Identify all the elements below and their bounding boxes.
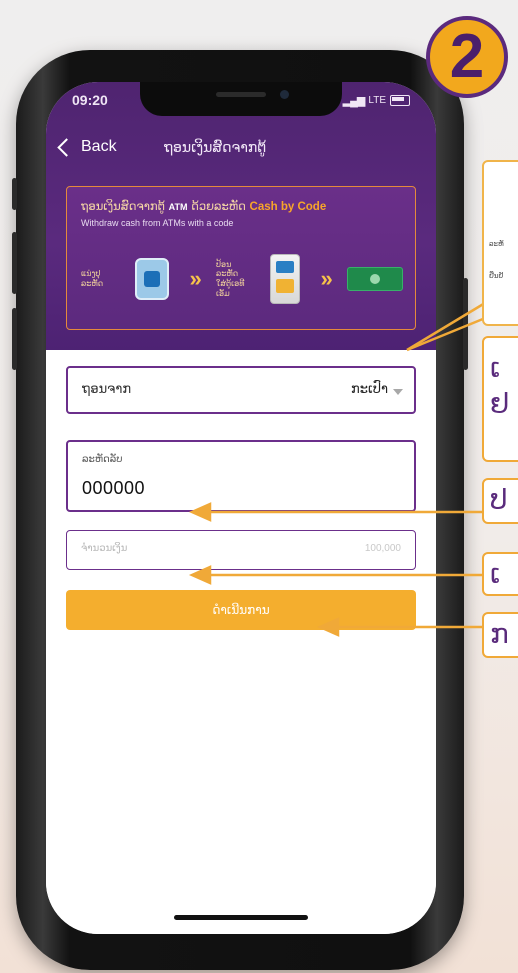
secret-code-field[interactable]: ລະຫັດລັບ 000000 xyxy=(66,440,416,512)
callout-popup-preview: ລະຫັ ຢືນຢັ xyxy=(482,160,518,326)
withdraw-from-value: ກະເປົາ xyxy=(351,382,388,397)
amount-field[interactable]: ຈຳນວນເງິນ 100,000 xyxy=(66,530,416,570)
callout-enter-amount-text: ເ xyxy=(490,557,501,590)
callout-select-account-line2: ຢ xyxy=(490,387,510,420)
cash-note-icon xyxy=(347,267,403,291)
page-title: ຖອນເງິນສົດຈາກຕູ້ xyxy=(164,140,267,156)
double-chevron-right-icon: » xyxy=(189,266,203,291)
banner-title-lao: ຖອນເງິນສົດຈາກຕູ້ xyxy=(81,199,165,213)
callout-enter-code-text: ປ xyxy=(490,483,508,516)
amount-limit: 100,000 xyxy=(364,543,401,554)
chevron-left-icon xyxy=(57,137,76,157)
callout-press-continue-text: ກ xyxy=(490,617,509,650)
volume-down-button xyxy=(12,308,17,370)
withdraw-form: ຖອນຈາກ ກະເປົາ ລະຫັດລັບ 000000 ຈຳນວນເງິນ … xyxy=(46,350,436,934)
notch xyxy=(140,82,342,116)
amount-placeholder: ຈຳນວນເງິນ xyxy=(81,543,128,554)
callout-select-account-line1: ເ xyxy=(490,351,501,384)
banner-steps: ແນ່ງປຸ ລະຫັດ » ປ້ອນລະຫັດ ໃສ່ຕູ້ເອທີເອັມ … xyxy=(81,249,403,309)
caret-down-icon xyxy=(393,389,403,395)
phone-screen: 09:20 ▂▄▆ LTE Back ຖອນເງິນສົດຈາກຕູ້ ຖອນເ… xyxy=(46,82,436,934)
network-label: LTE xyxy=(368,95,386,106)
phone-mockup: 09:20 ▂▄▆ LTE Back ຖອນເງິນສົດຈາກຕູ້ ຖອນເ… xyxy=(12,50,468,970)
home-indicator xyxy=(174,915,308,920)
app-header: 09:20 ▂▄▆ LTE Back ຖອນເງິນສົດຈາກຕູ້ ຖອນເ… xyxy=(46,82,436,350)
popup-preview-line1: ລະຫັ xyxy=(489,240,504,248)
step-number-badge: 2 xyxy=(426,16,508,98)
atm-machine-icon xyxy=(270,254,301,304)
mute-switch xyxy=(12,178,17,210)
tutorial-stage: 2 09:20 ▂▄▆ LTE Back ຖອນເງິນສົດຈາກຕູ້ ຖອ… xyxy=(0,0,518,973)
banner-title: ຖອນເງິນສົດຈາກຕູ້ ATM ດ້ວຍລະຫັດ Cash by C… xyxy=(81,199,326,213)
banner-step2-text: ປ້ອນລະຫັດ ໃສ່ຕູ້ເອທີເອັມ xyxy=(216,259,245,298)
status-time: 09:20 xyxy=(72,92,108,108)
power-button xyxy=(463,278,468,370)
popup-preview-line2: ຢືນຢັ xyxy=(489,272,504,280)
withdraw-from-select[interactable]: ຖອນຈາກ ກະເປົາ xyxy=(66,366,416,414)
double-chevron-right-icon: » xyxy=(320,266,334,291)
banner-title-with: ດ້ວຍລະຫັດ xyxy=(191,199,246,213)
callout-enter-code: ປ xyxy=(482,478,518,524)
volume-up-button xyxy=(12,232,17,294)
earpiece-speaker xyxy=(216,92,266,97)
back-button[interactable]: Back xyxy=(57,137,117,157)
banner-title-highlight: Cash by Code xyxy=(249,201,327,213)
cash-by-code-banner: ຖອນເງິນສົດຈາກຕູ້ ATM ດ້ວຍລະຫັດ Cash by C… xyxy=(66,186,416,330)
secret-code-value: 000000 xyxy=(82,478,146,498)
withdraw-from-label: ຖອນຈາກ xyxy=(82,382,132,397)
back-label: Back xyxy=(81,138,117,155)
front-camera-icon xyxy=(280,90,289,99)
banner-step1-text: ແນ່ງປຸ ລະຫັດ xyxy=(81,269,104,288)
callout-press-continue: ກ xyxy=(482,612,518,658)
callout-enter-amount: ເ xyxy=(482,552,518,596)
banner-title-atm: ATM xyxy=(168,202,188,212)
callout-select-account: ເ ຢ xyxy=(482,336,518,462)
status-icons: ▂▄▆ LTE xyxy=(343,94,410,107)
secret-code-label: ລະຫັດລັບ xyxy=(82,454,123,465)
signal-icon: ▂▄▆ xyxy=(342,95,366,107)
battery-icon xyxy=(390,95,410,106)
continue-button[interactable]: ດຳເນີນການ xyxy=(66,590,416,630)
mobile-app-icon xyxy=(135,258,170,300)
banner-subtitle: Withdraw cash from ATMs with a code xyxy=(81,218,234,228)
